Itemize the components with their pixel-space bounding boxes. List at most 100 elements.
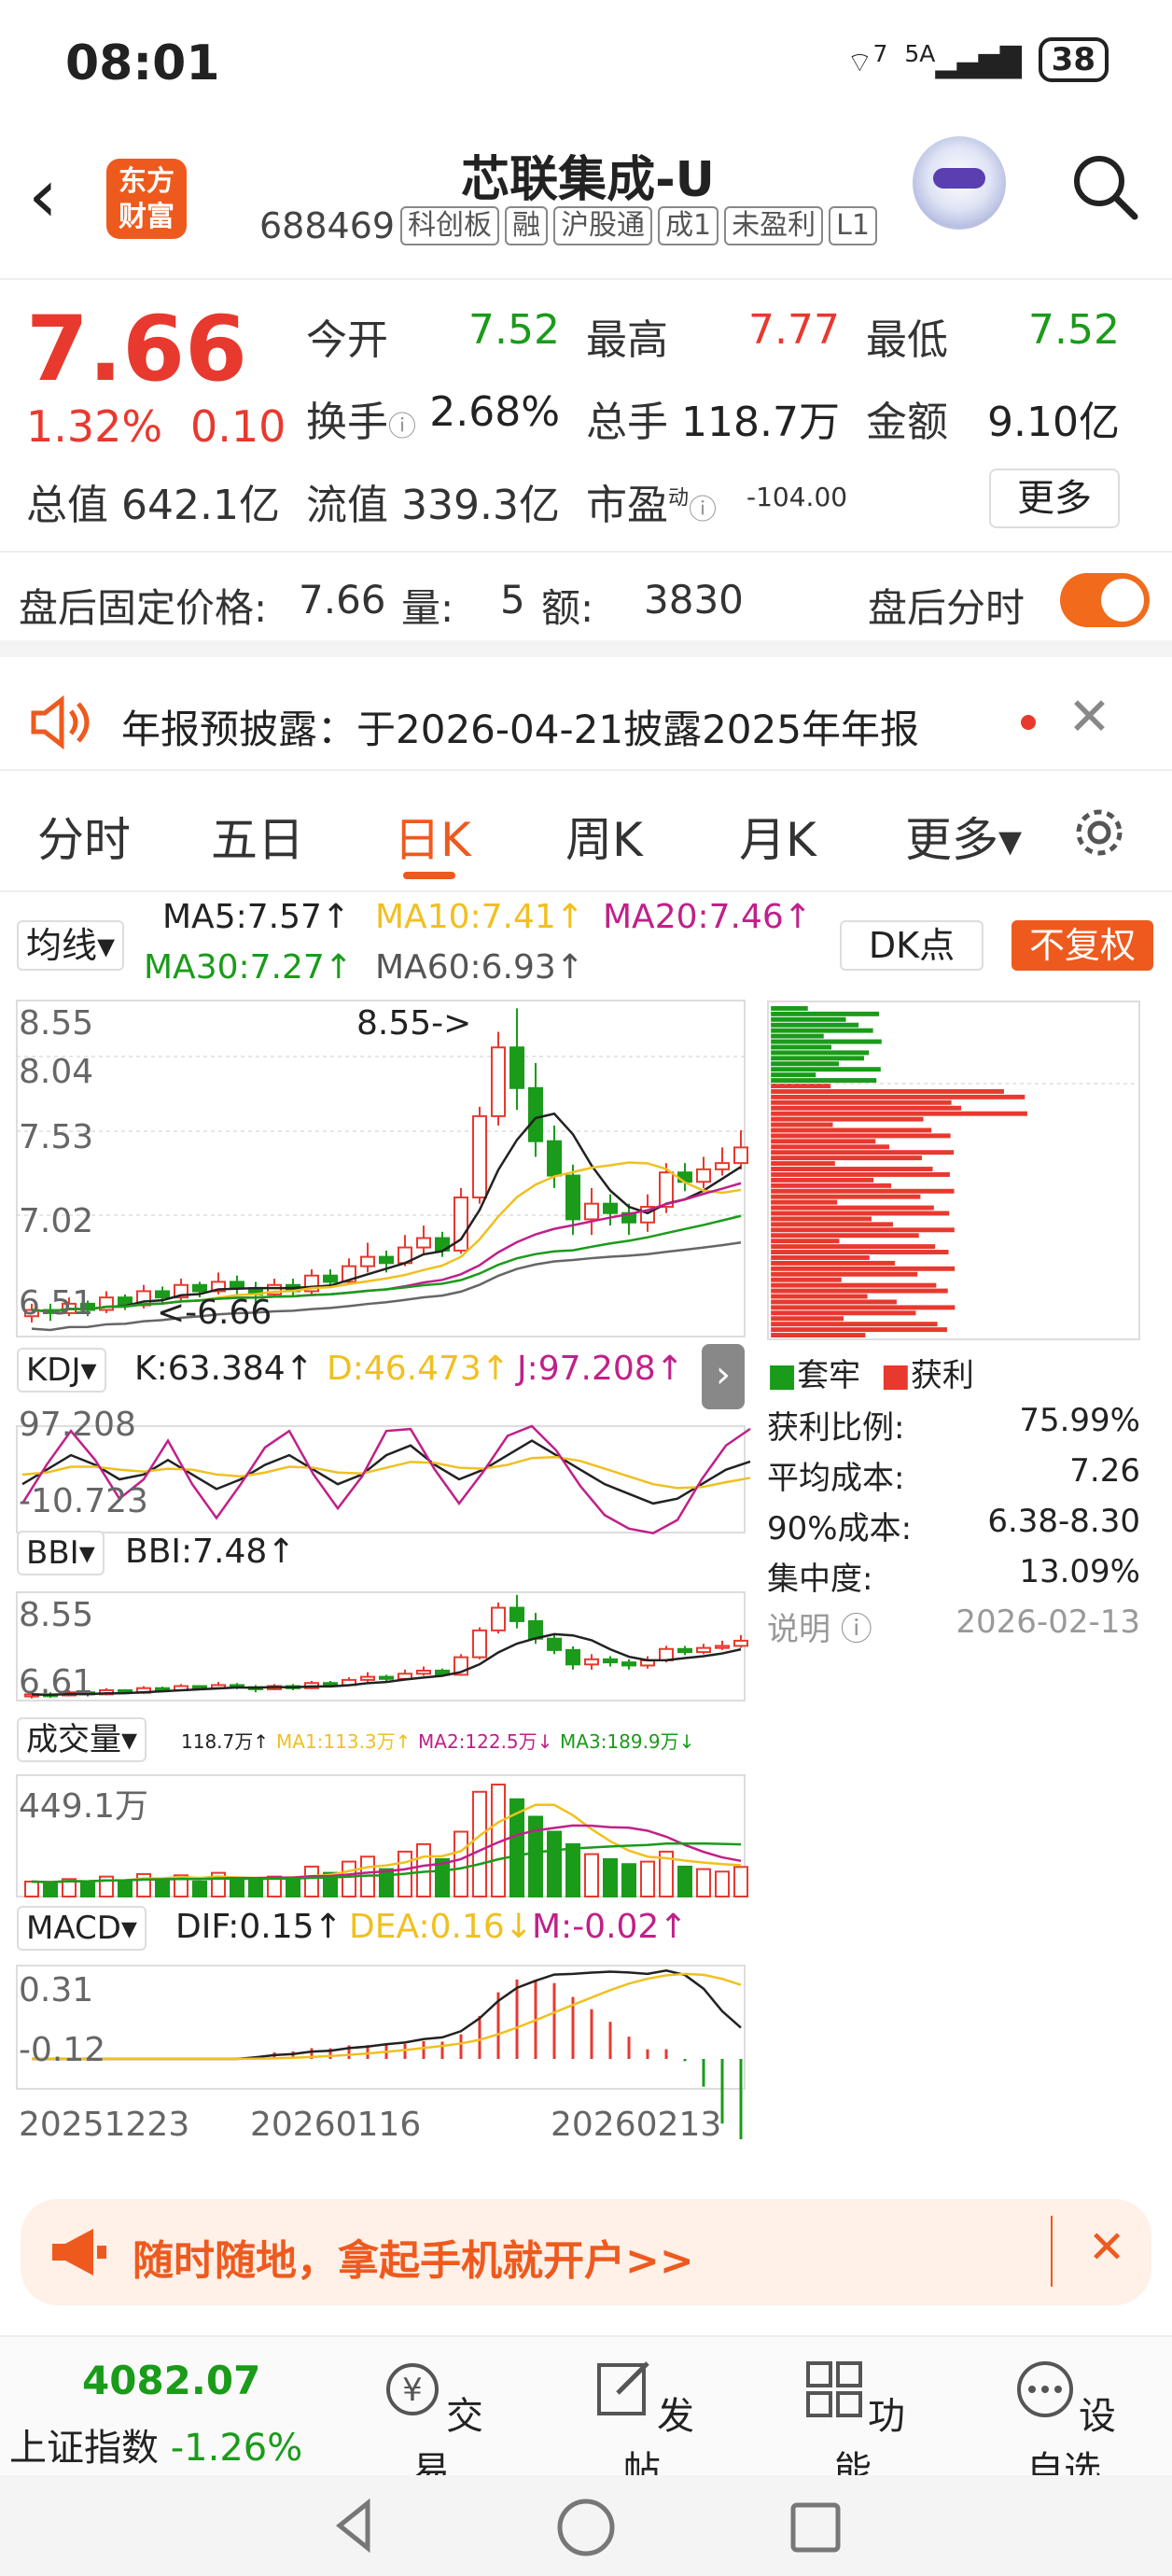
chip-bar-profit (771, 1222, 893, 1227)
macd-selector[interactable]: MACD▾ (17, 1906, 146, 1951)
price-panel-frame (16, 1000, 746, 1337)
turnover-label: 换手ⓘ (306, 399, 416, 446)
chart-area: 均线▾ MA5:7.57↑ MA10:7.41↑ MA20:7.46↑ MA30… (0, 892, 1172, 2180)
chip-bar-profit (771, 1239, 840, 1244)
after-hours-toggle[interactable] (1060, 573, 1150, 627)
turnover-value: 2.68% (429, 388, 560, 436)
kdj-j: J:97.208↑ (517, 1350, 684, 1388)
chip-bar-locked (771, 1061, 839, 1067)
bbi-candle (416, 1669, 431, 1675)
tag: 融 (505, 206, 549, 245)
after-hours-chart-label: 盘后分时 (868, 585, 1026, 631)
macd-dea: DEA:0.16↓ (349, 1908, 533, 1946)
tab-more[interactable]: 更多▾ (905, 803, 1022, 870)
info-icon[interactable]: ⓘ (689, 494, 717, 526)
volume-bar (603, 1857, 618, 1898)
candle (528, 1086, 543, 1142)
chip-bar-profit (771, 1333, 866, 1338)
chip-bar-profit (771, 1227, 955, 1233)
assistant-robot-icon[interactable] (913, 136, 1006, 230)
chip-bar-profit (771, 1139, 876, 1144)
close-icon[interactable]: ✕ (1067, 687, 1111, 748)
chip-bar-profit (771, 1084, 831, 1088)
chip-bar-profit (771, 1211, 950, 1216)
trade-button[interactable]: ¥ 交易 (366, 2356, 496, 2494)
chip-bar-profit (771, 1194, 921, 1199)
tab-intraday[interactable]: 分时 (37, 803, 131, 870)
chip-bar-profit (771, 1288, 948, 1294)
back-arrow-icon[interactable]: ‹ (28, 159, 58, 233)
chip-bar-profit (771, 1088, 1004, 1094)
macd-bottom: -0.12 (19, 2031, 106, 2069)
chip-bar-locked (771, 1011, 879, 1016)
open-label: 今开 (306, 316, 388, 364)
vol-ma2: MA2:122.5万↓ (418, 1730, 553, 1753)
volume-bar (230, 1878, 244, 1897)
back-triangle-icon[interactable] (327, 2498, 383, 2554)
index-value[interactable]: 4082.07 (82, 2358, 260, 2403)
recents-square-icon[interactable] (788, 2499, 844, 2555)
bbi-candle (584, 1658, 599, 1666)
current-price: 7.66 (26, 297, 247, 401)
home-circle-icon[interactable] (556, 2498, 616, 2557)
bbi-selector[interactable]: BBI▾ (17, 1531, 105, 1575)
macd-m: M:-0.02↑ (532, 1908, 688, 1946)
chip-bar-profit (771, 1188, 955, 1194)
volume-bar (547, 1830, 562, 1897)
search-icon[interactable] (1071, 153, 1138, 220)
expand-arrow-icon[interactable]: › (702, 1344, 745, 1409)
ma-selector[interactable]: 均线▾ (17, 920, 125, 971)
candle (603, 1202, 618, 1214)
index-name[interactable]: 上证指数 -1.26% (9, 2417, 302, 2471)
quote-panel: 7.66 1.32% 0.10 总值 642.1亿 今开 7.52 最高 7.7… (0, 280, 1172, 553)
chip-legend: ■套牢 ■获利 (767, 1357, 974, 1394)
candle (565, 1174, 580, 1221)
banner-text: 随时随地，拿起手机就开户>> (133, 2237, 694, 2285)
candle (509, 1046, 524, 1089)
functions-button[interactable]: 功能 (788, 2356, 918, 2494)
tab-weekly-k[interactable]: 周K (565, 803, 643, 870)
vol-ma1: MA1:113.3万↑ (276, 1730, 412, 1753)
concentration: 集中度: 13.09% (767, 1553, 1140, 1598)
more-button[interactable]: 更多 (989, 469, 1120, 528)
y-tick: 7.02 (19, 1202, 94, 1240)
kdj-selector[interactable]: KDJ▾ (17, 1348, 106, 1393)
adjustment-button[interactable]: 不复权 (1012, 920, 1153, 971)
volume-bar (640, 1860, 655, 1898)
volume-bar (342, 1860, 356, 1898)
date-label: 20251223 (19, 2106, 190, 2144)
chip-bar-profit (771, 1161, 835, 1167)
after-hours-bar: 盘后固定价格: 7.66 量: 5 额: 3830 盘后分时 (0, 553, 1172, 657)
bbi-candle (621, 1661, 636, 1667)
macd-top: 0.31 (19, 1971, 94, 2009)
gear-icon[interactable] (1071, 805, 1127, 861)
dk-point-button[interactable]: DK点 (840, 920, 984, 971)
divider (1051, 2216, 1053, 2287)
open-account-banner[interactable]: 随时随地，拿起手机就开户>> ✕ (21, 2199, 1151, 2305)
tab-monthly-k[interactable]: 月K (739, 803, 816, 870)
chip-bar-profit (771, 1144, 889, 1150)
close-icon[interactable]: ✕ (1088, 2221, 1125, 2274)
notice-bar[interactable]: 年报预披露：于2026-04-21披露2025年年报 ✕ (0, 674, 1172, 771)
bbi-candle (491, 1606, 506, 1631)
kline-svg[interactable] (0, 995, 765, 2139)
post-button[interactable]: 发帖 (577, 2356, 707, 2494)
volume-bar (565, 1842, 580, 1897)
chip-distribution-chart (767, 1001, 1140, 1340)
chip-bar-locked (771, 1005, 808, 1011)
clock: 08:01 (65, 35, 220, 91)
chip-bar-profit (771, 1205, 934, 1211)
volume-selector[interactable]: 成交量▾ (17, 1717, 147, 1762)
chip-bar-profit (771, 1177, 874, 1183)
high-value: 7.77 (748, 306, 840, 354)
add-watchlist-button[interactable]: 设自选 (998, 2356, 1129, 2494)
y-tick: 6.51 (19, 1284, 94, 1323)
tab-daily-k[interactable]: 日K (394, 803, 471, 870)
after-hours-amt-label: 额: (541, 585, 594, 631)
volume-bar (733, 1866, 748, 1897)
tab-five-day[interactable]: 五日 (211, 803, 304, 870)
chip-bar-profit (771, 1150, 955, 1155)
chip-bar-profit (771, 1122, 833, 1127)
bbi-candle (155, 1687, 170, 1691)
chip-note[interactable]: 说明 ⓘ 2026-02-13 (767, 1603, 1140, 1649)
